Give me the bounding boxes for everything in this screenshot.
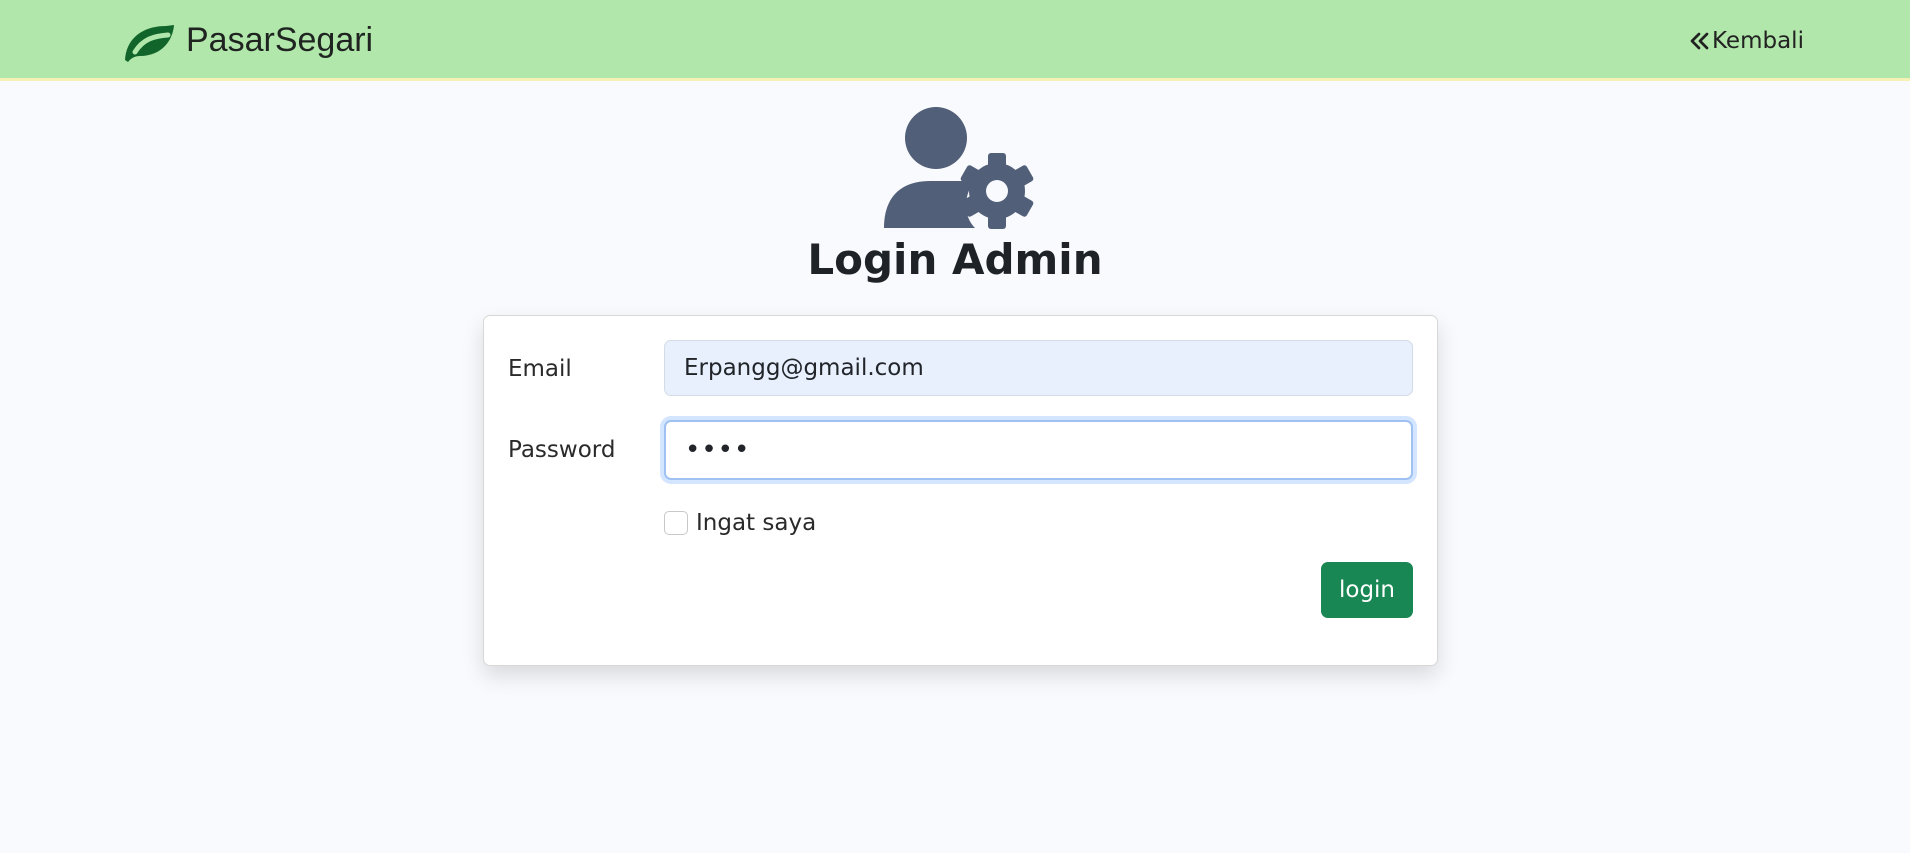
page-title: Login Admin bbox=[807, 235, 1103, 284]
remember-me-label[interactable]: Ingat saya bbox=[696, 510, 816, 536]
top-navbar: PasarSegari Kembali bbox=[0, 0, 1910, 81]
login-card: Email Password Ingat saya login bbox=[483, 315, 1438, 666]
back-label: Kembali bbox=[1712, 28, 1804, 54]
user-gear-icon bbox=[884, 107, 1034, 229]
remember-me-checkbox[interactable] bbox=[664, 511, 688, 535]
login-button[interactable]: login bbox=[1321, 562, 1413, 618]
double-chevron-left-icon bbox=[1688, 31, 1710, 51]
password-label: Password bbox=[508, 437, 616, 463]
email-input[interactable] bbox=[664, 340, 1413, 396]
remember-me-row: Ingat saya bbox=[664, 508, 816, 538]
leaf-icon bbox=[122, 16, 178, 64]
password-input[interactable] bbox=[664, 420, 1413, 480]
brand-link[interactable]: PasarSegari bbox=[122, 15, 373, 65]
brand-name: PasarSegari bbox=[186, 20, 374, 59]
back-link[interactable]: Kembali bbox=[1688, 26, 1804, 56]
email-label: Email bbox=[508, 356, 572, 382]
